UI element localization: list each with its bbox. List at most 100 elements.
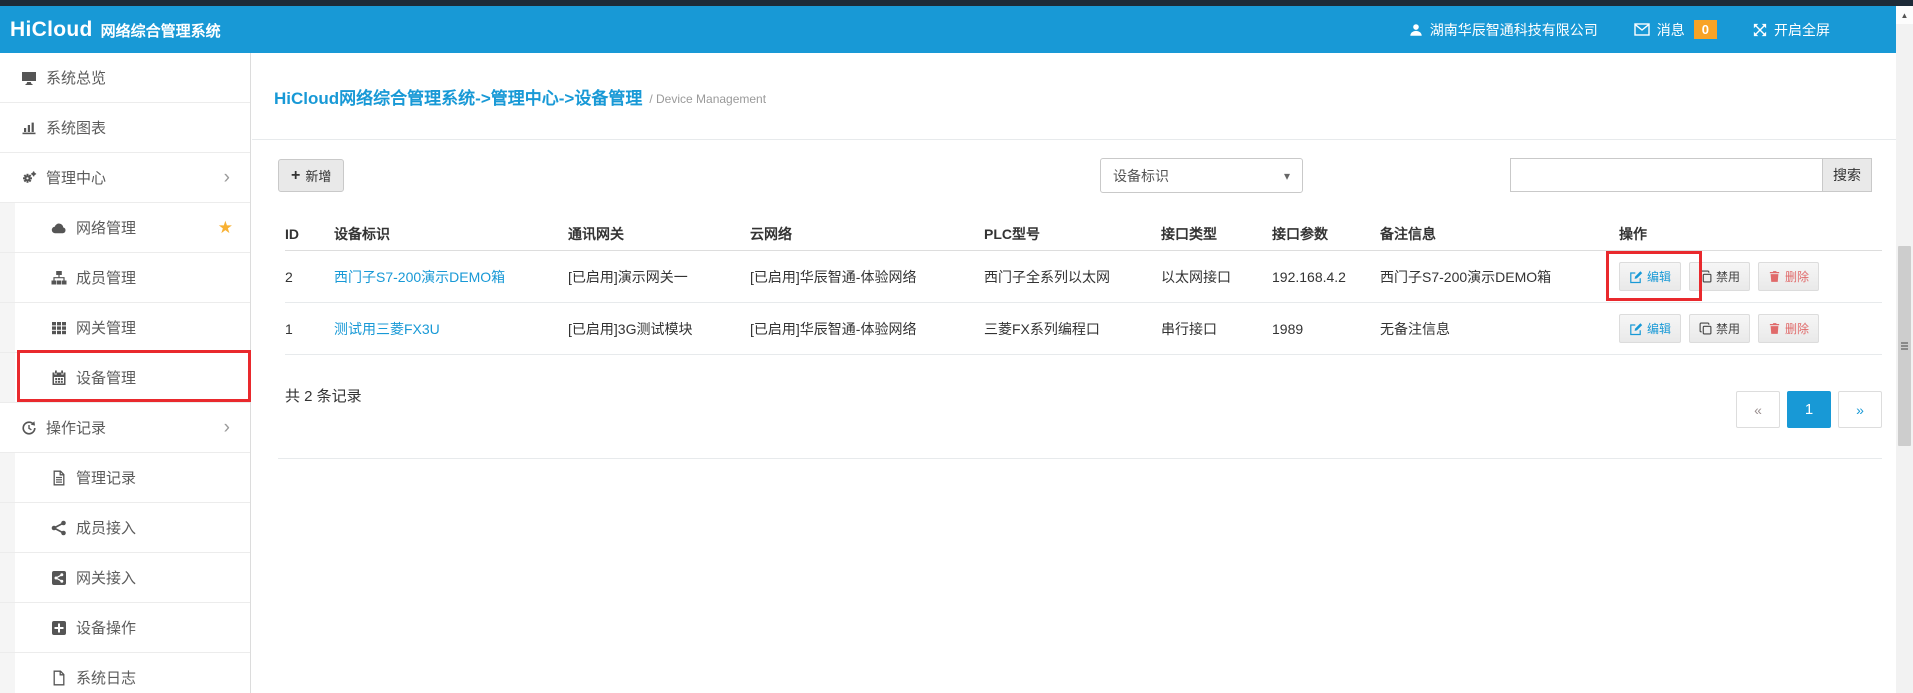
col-interface-param: 接口参数 (1272, 218, 1380, 251)
add-button-label: 新增 (305, 166, 331, 185)
cell-interface-type: 以太网接口 (1161, 251, 1272, 303)
pagination-next-button[interactable]: » (1838, 391, 1882, 428)
sidebar-item-member-management[interactable]: 成员管理 (0, 253, 250, 303)
sidebar-item-label: 设备操作 (76, 617, 136, 638)
cell-gateway: [已启用]演示网关一 (568, 251, 750, 303)
content-divider (278, 458, 1882, 459)
sidebar-item-gateway-access[interactable]: 网关接入 (0, 553, 250, 603)
messages-menu[interactable]: 消息 0 (1634, 20, 1717, 40)
cell-cloud-network: [已启用]华辰智通-体验网络 (750, 303, 984, 355)
sidebar-item-label: 系统图表 (46, 117, 106, 138)
sidebar-item-label: 系统总览 (46, 67, 106, 88)
scrollbar: ▲ (1896, 6, 1913, 693)
disable-button-label: 禁用 (1716, 268, 1740, 285)
sidebar-item-label: 设备管理 (76, 367, 136, 388)
delete-button-label: 删除 (1785, 320, 1809, 337)
clone-icon (1699, 270, 1712, 283)
col-plc-model: PLC型号 (984, 218, 1161, 251)
delete-button-label: 删除 (1785, 268, 1809, 285)
row-actions: 编辑 禁用 删除 (1619, 262, 1882, 291)
sidebar-item-label: 网络管理 (76, 217, 136, 238)
sidebar-item-device-management[interactable]: 设备管理 (0, 353, 250, 403)
page: HiCloud 网络综合管理系统 湖南华辰智通科技有限公司 消息 0 (0, 0, 1913, 693)
sidebar-item-label: 操作记录 (46, 417, 106, 438)
toolbar: + 新增 设备标识 ▾ 搜索 (278, 158, 1882, 193)
scrollbar-grip (1901, 342, 1908, 344)
sidebar-item-label: 系统日志 (76, 667, 136, 688)
col-device: 设备标识 (334, 218, 568, 251)
expand-arrows-icon (1753, 23, 1767, 37)
edit-button[interactable]: 编辑 (1619, 262, 1681, 291)
cell-interface-param: 192.168.4.2 (1272, 251, 1380, 303)
scroll-up-icon[interactable]: ▲ (1896, 6, 1913, 24)
pagination-prev-button[interactable]: « (1736, 391, 1780, 428)
history-icon (18, 420, 40, 436)
navbar: HiCloud 网络综合管理系统 湖南华辰智通科技有限公司 消息 0 (0, 6, 1913, 53)
sidebar-item-device-operations[interactable]: 设备操作 (0, 603, 250, 653)
edit-icon (1629, 322, 1643, 336)
fullscreen-label: 开启全屏 (1774, 20, 1830, 40)
file-text-icon (48, 470, 70, 486)
sidebar-item-member-access[interactable]: 成员接入 (0, 503, 250, 553)
cell-remark: 西门子S7-200演示DEMO箱 (1380, 251, 1619, 303)
breadcrumb-subtitle: / Device Management (649, 87, 766, 106)
pagination-page-1[interactable]: 1 (1787, 391, 1831, 428)
mail-icon (1634, 23, 1650, 36)
record-count: 共 2 条记录 (285, 375, 362, 406)
desktop-icon (18, 70, 40, 86)
sidebar-item-management-center[interactable]: 管理中心 › (0, 153, 250, 203)
cell-interface-type: 串行接口 (1161, 303, 1272, 355)
clone-icon (1699, 322, 1712, 335)
device-link[interactable]: 西门子S7-200演示DEMO箱 (334, 269, 505, 285)
chevron-right-icon: › (224, 168, 230, 187)
sidebar-item-label: 网关管理 (76, 317, 136, 338)
device-filter-select[interactable]: 设备标识 ▾ (1100, 158, 1303, 193)
sidebar-item-system-charts[interactable]: 系统图表 (0, 103, 250, 153)
cell-plc-model: 三菱FX系列编程口 (984, 303, 1161, 355)
search-input[interactable] (1510, 158, 1822, 192)
table-row: 1 测试用三菱FX3U [已启用]3G测试模块 [已启用]华辰智通-体验网络 三… (285, 303, 1882, 355)
sidebar-item-system-logs[interactable]: 系统日志 (0, 653, 250, 693)
cell-id: 2 (285, 251, 334, 303)
cell-remark: 无备注信息 (1380, 303, 1619, 355)
trash-icon (1768, 322, 1781, 335)
account-menu[interactable]: 湖南华辰智通科技有限公司 (1409, 20, 1598, 40)
fullscreen-toggle[interactable]: 开启全屏 (1753, 20, 1830, 40)
sidebar-item-operation-records[interactable]: 操作记录 › (0, 403, 250, 453)
company-name: 湖南华辰智通科技有限公司 (1430, 20, 1598, 40)
sidebar-item-label: 管理中心 (46, 167, 106, 188)
cell-cloud-network: [已启用]华辰智通-体验网络 (750, 251, 984, 303)
delete-button[interactable]: 删除 (1758, 262, 1819, 291)
grid-icon (48, 320, 70, 336)
col-remark: 备注信息 (1380, 218, 1619, 251)
sidebar-item-label: 成员管理 (76, 267, 136, 288)
scrollbar-thumb[interactable] (1898, 246, 1911, 446)
search-button[interactable]: 搜索 (1822, 158, 1872, 192)
table-row: 2 西门子S7-200演示DEMO箱 [已启用]演示网关一 [已启用]华辰智通-… (285, 251, 1882, 303)
row-actions: 编辑 禁用 删除 (1619, 314, 1882, 343)
delete-button[interactable]: 删除 (1758, 314, 1819, 343)
sidebar-item-network-management[interactable]: 网络管理 ★ (0, 203, 250, 253)
edit-button[interactable]: 编辑 (1619, 314, 1681, 343)
disable-button[interactable]: 禁用 (1689, 262, 1750, 291)
filter-selected-value: 设备标识 (1113, 166, 1169, 186)
edit-button-label: 编辑 (1647, 268, 1671, 285)
col-gateway: 通讯网关 (568, 218, 750, 251)
navbar-right: 湖南华辰智通科技有限公司 消息 0 开启全屏 (1409, 20, 1830, 40)
cell-gateway: [已启用]3G测试模块 (568, 303, 750, 355)
sidebar-item-system-overview[interactable]: 系统总览 (0, 53, 250, 103)
device-link[interactable]: 测试用三菱FX3U (334, 321, 440, 337)
main-content: HiCloud网络综合管理系统->管理中心->设备管理 / Device Man… (252, 53, 1896, 693)
breadcrumb-title: HiCloud网络综合管理系统->管理中心->设备管理 (274, 84, 642, 109)
edit-icon (1629, 270, 1643, 284)
sidebar-item-label: 管理记录 (76, 467, 136, 488)
share-icon (48, 520, 70, 536)
add-button[interactable]: + 新增 (278, 159, 344, 192)
pagination: « 1 » (1736, 391, 1882, 428)
sidebar: 系统总览 系统图表 管理中心 › 网络管理 ★ 成员管理 (0, 53, 251, 693)
sidebar-item-gateway-management[interactable]: 网关管理 (0, 303, 250, 353)
sidebar-item-management-records[interactable]: 管理记录 (0, 453, 250, 503)
bar-chart-icon (18, 120, 40, 136)
col-cloud-network: 云网络 (750, 218, 984, 251)
disable-button[interactable]: 禁用 (1689, 314, 1750, 343)
